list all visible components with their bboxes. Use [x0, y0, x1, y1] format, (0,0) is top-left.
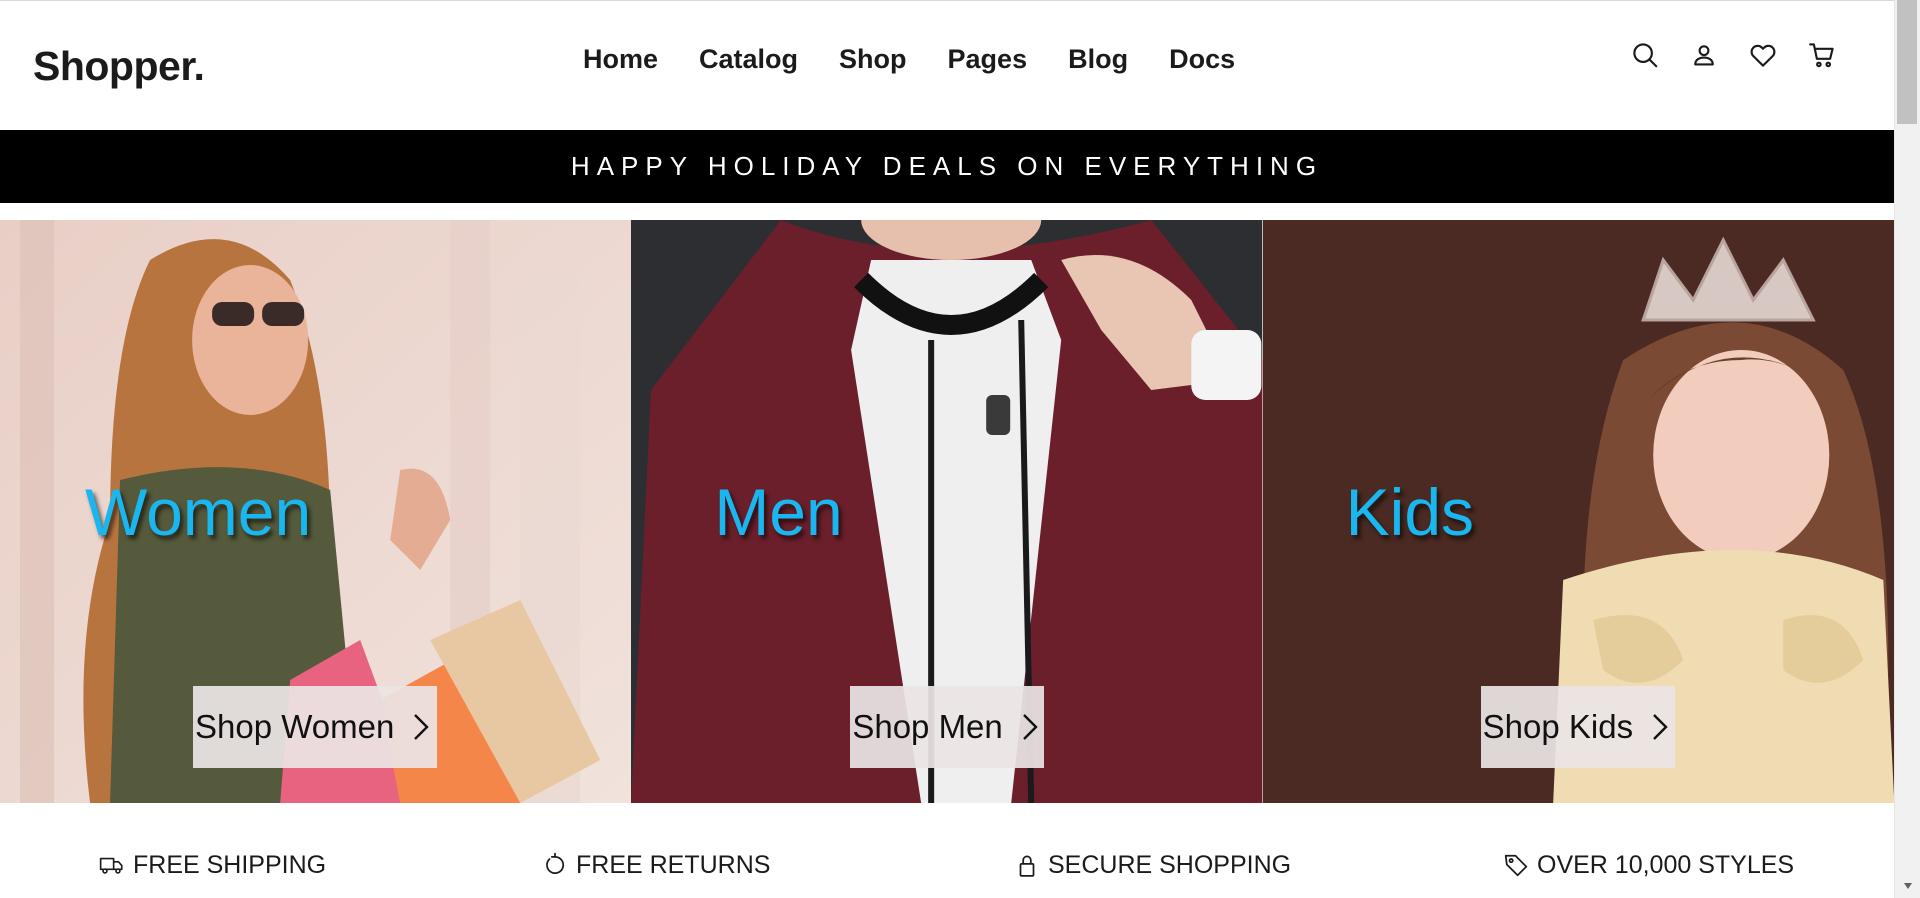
shop-kids-button[interactable]: Shop Kids: [1480, 686, 1675, 768]
feature-label: FREE RETURNS: [576, 850, 771, 879]
user-icon[interactable]: [1687, 38, 1721, 72]
lock-icon: [1019, 855, 1035, 877]
site-header: Shopper. Home Catalog Shop Pages Blog Do…: [0, 1, 1894, 130]
feature-label: SECURE SHOPPING: [1048, 850, 1292, 879]
logo[interactable]: Shopper.: [33, 43, 205, 90]
feature-styles: OVER 10,000 STYLES: [1503, 845, 1794, 885]
chevron-right-icon: [1653, 714, 1668, 740]
promo-banner: HAPPY HOLIDAY DEALS ON EVERYTHING: [0, 130, 1894, 203]
feature-label: OVER 10,000 STYLES: [1537, 850, 1795, 879]
feature-free-returns: FREE RETURNS: [542, 845, 770, 885]
button-label: Shop Men: [852, 708, 1003, 745]
feature-secure-shopping: SECURE SHOPPING: [1014, 845, 1291, 885]
main-nav: Home Catalog Shop Pages Blog Docs: [583, 39, 1235, 79]
category-women[interactable]: Women Shop Women: [0, 220, 632, 803]
category-title: Women: [85, 475, 312, 549]
nav-shop[interactable]: Shop: [839, 44, 907, 75]
scroll-thumb[interactable]: [1897, 0, 1917, 124]
triangle-down-icon: [1904, 883, 1912, 889]
nav-blog[interactable]: Blog: [1068, 44, 1128, 75]
chevron-right-icon: [1022, 714, 1038, 740]
nav-catalog[interactable]: Catalog: [699, 44, 798, 75]
category-grid: Women Shop Women Men Shop Men Kids Shop …: [0, 220, 1894, 803]
scroll-down-arrow[interactable]: [1895, 874, 1920, 898]
header-actions: [1628, 38, 1839, 72]
category-title: Men: [714, 475, 843, 549]
refresh-icon: [546, 852, 565, 874]
features-bar: FREE SHIPPING FREE RETURNS SECURE SHOPPI…: [0, 845, 1894, 885]
vertical-scrollbar[interactable]: [1894, 0, 1920, 898]
nav-docs[interactable]: Docs: [1169, 44, 1235, 75]
category-men[interactable]: Men Shop Men: [631, 220, 1263, 803]
feature-free-shipping: FREE SHIPPING: [99, 845, 326, 885]
button-label: Shop Women: [195, 708, 395, 745]
chevron-right-icon: [414, 714, 430, 740]
cart-icon[interactable]: [1805, 38, 1839, 72]
nav-home[interactable]: Home: [583, 44, 658, 75]
heart-icon[interactable]: [1746, 38, 1780, 72]
shop-women-button[interactable]: Shop Women: [193, 686, 437, 768]
button-label: Shop Kids: [1482, 708, 1634, 745]
promo-text: HAPPY HOLIDAY DEALS ON EVERYTHING: [570, 151, 1324, 181]
truck-icon: [99, 857, 123, 874]
category-kids[interactable]: Kids Shop Kids: [1262, 220, 1894, 803]
nav-pages[interactable]: Pages: [948, 44, 1028, 75]
feature-label: FREE SHIPPING: [133, 850, 327, 879]
category-title: Kids: [1345, 475, 1475, 549]
search-icon[interactable]: [1628, 38, 1662, 72]
tag-icon: [1504, 854, 1528, 877]
shop-men-button[interactable]: Shop Men: [850, 686, 1045, 768]
